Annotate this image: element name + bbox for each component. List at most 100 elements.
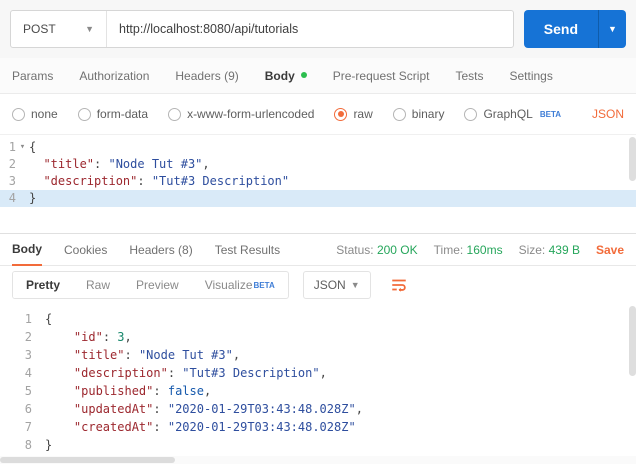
line-number: 2 [8, 157, 16, 171]
request-tabs: Params Authorization Headers (9) Body Pr… [0, 58, 636, 94]
size-label: Size: [518, 242, 546, 257]
line-number: 8 [24, 438, 32, 452]
wrap-lines-button[interactable] [385, 271, 413, 299]
scrollbar-thumb[interactable] [629, 137, 636, 181]
line-number: 2 [24, 330, 32, 344]
body-type-form-data[interactable]: form-data [77, 107, 148, 121]
tab-body[interactable]: Body [265, 69, 307, 83]
code-line-3[interactable]: 3 "description": "Tut#3 Description" [0, 173, 636, 190]
code-text: "description": "Tut#3 Description" [43, 174, 290, 188]
response-tab-cookies[interactable]: Cookies [64, 233, 107, 266]
code-text: "title": "Node Tut #3", [43, 157, 210, 171]
line-number: 3 [8, 174, 16, 188]
time-value: 160ms [466, 242, 503, 257]
code-line-8[interactable]: 8} [0, 436, 636, 454]
radio-selected-icon [334, 107, 348, 121]
radio-icon [168, 107, 182, 121]
radio-icon [77, 107, 91, 121]
response-tab-body[interactable]: Body [12, 233, 42, 266]
tab-tests[interactable]: Tests [455, 69, 483, 83]
size-value: 439 B [548, 242, 580, 257]
code-text: { [45, 312, 53, 326]
response-horizontal-scrollbar[interactable] [0, 456, 636, 464]
line-number: 6 [24, 402, 32, 416]
scrollbar-thumb[interactable] [629, 306, 636, 376]
body-type-raw[interactable]: raw [334, 107, 373, 121]
code-line-2[interactable]: 2 "title": "Node Tut #3", [0, 156, 636, 173]
response-body-editor[interactable]: 1{2 "id": 3, 3 "title": "Node Tut #3", 4 "… [0, 304, 636, 464]
tab-params[interactable]: Params [12, 69, 53, 83]
size-badge: Size: 439 B [519, 243, 580, 257]
send-button[interactable]: Send [523, 10, 598, 48]
tab-headers[interactable]: Headers (9) [175, 69, 238, 83]
view-pretty-button[interactable]: Pretty [13, 272, 74, 298]
response-toolbar: Pretty Raw Preview Visualize BETA JSON ▼ [0, 266, 636, 304]
beta-badge: BETA [539, 109, 562, 119]
code-line-1[interactable]: 1 ▾{ [0, 139, 636, 156]
status-badge: Status: 200 OK [336, 243, 417, 257]
radio-icon [12, 107, 25, 121]
tab-authorization[interactable]: Authorization [79, 69, 149, 83]
line-number: 4 [24, 366, 32, 380]
response-tab-headers[interactable]: Headers (8) [129, 233, 192, 266]
line-number: 1 [24, 312, 32, 326]
code-line-4[interactable]: 4 "description": "Tut#3 Description", [0, 364, 636, 382]
send-label: Send [543, 21, 578, 37]
body-type-x-www-form-urlencoded[interactable]: x-www-form-urlencoded [168, 107, 314, 121]
response-editor-scrollbar[interactable] [629, 306, 636, 458]
body-type-none[interactable]: none [12, 107, 58, 121]
code-line-4[interactable]: 4} [0, 190, 636, 207]
visualize-label: Visualize [204, 278, 253, 292]
radio-icon [464, 107, 478, 121]
tab-settings[interactable]: Settings [509, 69, 552, 83]
status-label: Status: [336, 242, 374, 257]
request-editor-scrollbar[interactable] [629, 137, 636, 230]
scrollbar-thumb[interactable] [0, 457, 175, 463]
wrap-lines-icon [391, 279, 406, 292]
code-text: "published": false, [73, 384, 212, 398]
response-meta-bar: Body Cookies Headers (8) Test Results St… [0, 233, 636, 266]
request-body-editor[interactable]: 1 ▾{2 "title": "Node Tut #3", 3 "descripti… [0, 134, 636, 233]
response-language-select[interactable]: JSON ▼ [302, 271, 371, 299]
url-group: POST ▼ [10, 10, 514, 48]
request-bar: POST ▼ Send ▼ [0, 0, 636, 58]
raw-language-label: JSON [591, 107, 624, 121]
url-input[interactable] [107, 11, 513, 47]
raw-language-select[interactable]: JSON [592, 107, 624, 121]
code-text: "title": "Node Tut #3", [73, 348, 241, 362]
response-tab-test-results[interactable]: Test Results [215, 233, 280, 266]
send-options-button[interactable]: ▼ [598, 10, 626, 48]
view-visualize-button[interactable]: Visualize BETA [192, 272, 288, 298]
send-split-button: Send ▼ [523, 10, 626, 48]
tab-pre-request-script[interactable]: Pre-request Script [333, 69, 430, 83]
code-text: "createdAt": "2020-01-29T03:43:48.028Z" [73, 420, 356, 434]
view-raw-button[interactable]: Raw [73, 272, 123, 298]
option-label: binary [411, 107, 445, 121]
chevron-down-icon: ▼ [608, 24, 617, 34]
code-line-1[interactable]: 1{ [0, 310, 636, 328]
fold-caret-icon[interactable]: ▾ [16, 139, 29, 156]
radio-icon [392, 107, 406, 121]
body-type-graphql[interactable]: GraphQL BETA [464, 107, 561, 121]
code-line-7[interactable]: 7 "createdAt": "2020-01-29T03:43:48.028Z… [0, 418, 636, 436]
body-type-binary[interactable]: binary [392, 107, 445, 121]
tab-body-label: Body [264, 68, 295, 83]
code-text: "description": "Tut#3 Description", [73, 366, 327, 380]
method-select[interactable]: POST ▼ [11, 11, 107, 47]
view-preview-button[interactable]: Preview [123, 272, 192, 298]
time-badge: Time: 160ms [434, 243, 503, 257]
response-stats: Status: 200 OK Time: 160ms Size: 439 B S… [336, 243, 624, 257]
code-line-3[interactable]: 3 "title": "Node Tut #3", [0, 346, 636, 364]
option-label: x-www-form-urlencoded [187, 107, 315, 121]
code-line-2[interactable]: 2 "id": 3, [0, 328, 636, 346]
code-line-5[interactable]: 5 "published": false, [0, 382, 636, 400]
line-number: 1 [8, 140, 16, 154]
code-line-6[interactable]: 6 "updatedAt": "2020-01-29T03:43:48.028Z… [0, 400, 636, 418]
save-response-button[interactable]: Save [596, 243, 624, 257]
body-content-dot-icon [300, 71, 307, 78]
